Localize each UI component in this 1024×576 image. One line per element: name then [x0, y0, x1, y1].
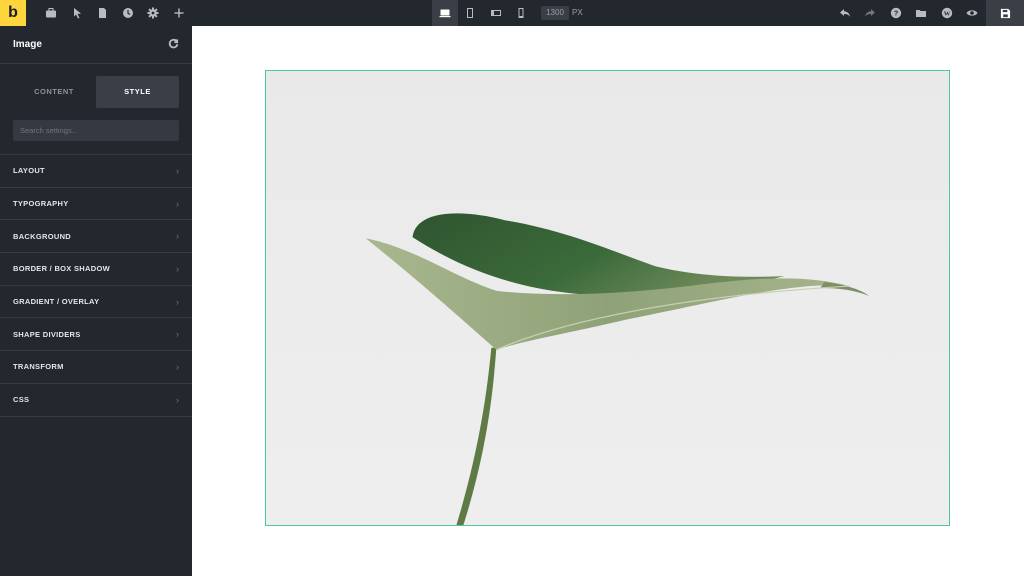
redo-icon[interactable]	[857, 0, 883, 26]
chevron-right-icon: ›	[176, 198, 179, 209]
top-toolbar: b 1300 PX ? W	[0, 0, 1024, 26]
preview-icon[interactable]	[959, 0, 985, 26]
pages-icon[interactable]	[89, 0, 115, 26]
folder-icon[interactable]	[908, 0, 934, 26]
svg-text:W: W	[944, 10, 951, 17]
section-label: BACKGROUND	[13, 231, 71, 241]
section-label: CSS	[13, 395, 30, 405]
section-background[interactable]: BACKGROUND ›	[0, 220, 192, 254]
settings-icon[interactable]	[140, 0, 166, 26]
undo-icon[interactable]	[832, 0, 858, 26]
help-icon[interactable]: ?	[883, 0, 909, 26]
search-settings-input[interactable]	[13, 120, 179, 141]
chevron-right-icon: ›	[176, 394, 179, 405]
section-css[interactable]: CSS ›	[0, 384, 192, 417]
section-label: LAYOUT	[13, 166, 45, 176]
chevron-right-icon: ›	[176, 165, 179, 176]
cursor-icon[interactable]	[64, 0, 90, 26]
panel-title: Image	[13, 39, 42, 50]
canvas-width-unit[interactable]: PX	[572, 6, 583, 20]
section-shape-dividers[interactable]: SHAPE DIVIDERS ›	[0, 318, 192, 352]
panel-tabs: CONTENT STYLE	[0, 64, 192, 155]
chevron-right-icon: ›	[176, 263, 179, 274]
mobile-icon[interactable]	[508, 0, 534, 26]
history-icon[interactable]	[115, 0, 141, 26]
style-sections-list: LAYOUT › TYPOGRAPHY › BACKGROUND › BORDE…	[0, 155, 192, 417]
section-typography[interactable]: TYPOGRAPHY ›	[0, 188, 192, 221]
leaf-photo	[365, 213, 870, 525]
plus-icon[interactable]	[166, 0, 192, 26]
tablet-portrait-icon[interactable]	[457, 0, 483, 26]
briefcase-icon[interactable]	[38, 0, 64, 26]
section-label: SHAPE DIVIDERS	[13, 329, 81, 339]
tab-content[interactable]: CONTENT	[13, 76, 95, 108]
desktop-icon[interactable]	[432, 0, 458, 26]
section-border-box-shadow[interactable]: BORDER / BOX SHADOW ›	[0, 253, 192, 286]
canvas-width-input[interactable]: 1300	[541, 6, 569, 20]
reset-icon[interactable]	[168, 36, 179, 54]
chevron-right-icon: ›	[176, 231, 179, 242]
settings-panel: Image CONTENT STYLE LAYOUT › TYPOGRAPHY …	[0, 26, 192, 576]
section-label: BORDER / BOX SHADOW	[13, 264, 110, 274]
builder-canvas[interactable]	[192, 26, 1024, 576]
section-label: TYPOGRAPHY	[13, 199, 69, 209]
selected-image-element[interactable]	[265, 70, 950, 526]
section-transform[interactable]: TRANSFORM ›	[0, 351, 192, 384]
chevron-right-icon: ›	[176, 361, 179, 372]
panel-header: Image	[0, 26, 192, 64]
section-layout[interactable]: LAYOUT ›	[0, 155, 192, 188]
wordpress-icon[interactable]: W	[934, 0, 960, 26]
tab-style[interactable]: STYLE	[96, 76, 179, 108]
tablet-landscape-icon[interactable]	[483, 0, 509, 26]
builder-logo[interactable]: b	[0, 0, 26, 26]
chevron-right-icon: ›	[176, 296, 179, 307]
save-icon[interactable]	[986, 0, 1024, 26]
section-label: TRANSFORM	[13, 362, 64, 372]
section-label: GRADIENT / OVERLAY	[13, 297, 100, 307]
chevron-right-icon: ›	[176, 329, 179, 340]
svg-text:?: ?	[894, 9, 899, 18]
section-gradient-overlay[interactable]: GRADIENT / OVERLAY ›	[0, 286, 192, 319]
